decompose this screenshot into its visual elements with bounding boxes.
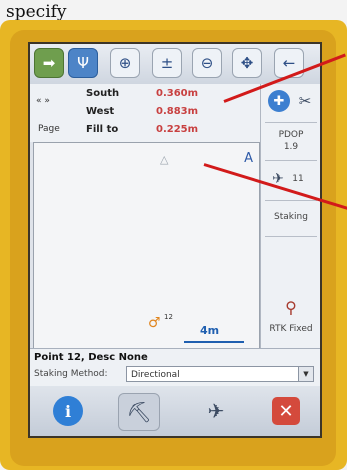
staking-method-value: Directional [131,370,180,380]
status-panel: ✚ ✂ PDOP 1.9 ✈ 11 Staking ⚲ RTK Fixed [260,84,320,348]
panel-divider [265,200,317,201]
point-info: Point 12, Desc None Staking Method: Dire… [30,348,320,387]
north-arrow-icon: A [244,151,253,166]
rover-position-icon: ♂ [148,315,161,331]
chevron-down-icon[interactable]: ▼ [298,367,313,381]
stakeout-button[interactable]: ⛏ [118,393,160,431]
staking-method-select[interactable]: Directional ▼ [126,366,314,382]
info-icon: i [53,396,83,426]
rtk-rover-icon[interactable]: ⚲ [280,296,302,318]
scale-bar [184,341,244,343]
panel-divider [265,122,317,123]
pan-icon[interactable]: ✥ [232,48,262,78]
stakeout-readouts: « » Page South 0.360m West 0.883m Fill t… [30,84,260,142]
satellite-icon: ✈ [207,399,225,423]
satellite-count: 11 [292,174,304,184]
scale-label: 4m [200,324,220,337]
satellite-settings-icon[interactable]: ✂ [294,90,316,112]
compass-icon[interactable]: ✚ [268,90,290,112]
zoom-out-icon[interactable]: ⊖ [192,48,222,78]
target-point-icon: △ [160,153,169,166]
satellite-button[interactable]: ✈ [196,393,236,429]
info-button[interactable]: i [48,393,88,429]
photo-frame: specify ➡ Ψ ⊕ ± ⊖ ✥ ← « » Page South 0.3… [0,0,347,470]
close-button[interactable]: ✕ [266,393,306,429]
point-description: Point 12, Desc None [34,352,148,363]
staking-method-label: Staking Method: [34,369,108,379]
fill-value: 0.225m [156,124,199,135]
page-label[interactable]: Page [38,124,60,134]
zoom-extents-icon[interactable]: ⊕ [110,48,140,78]
staking-mode[interactable]: Staking [261,212,320,222]
page-nav-arrows[interactable]: « » [36,96,50,106]
bottom-toolbar: i ⛏ ✈ ✕ [30,386,320,436]
panel-divider [265,236,317,237]
back-arrow-icon[interactable]: ➡ [34,48,64,78]
west-value: 0.883m [156,106,199,117]
fill-label: Fill to [86,124,119,135]
panel-divider [265,160,317,161]
pdop-label: PDOP [278,130,304,140]
zoom-in-icon[interactable]: ± [152,48,182,78]
device-screen: ➡ Ψ ⊕ ± ⊖ ✥ ← « » Page South 0.360m West… [28,42,322,438]
pdop-value: 1.9 [283,142,299,152]
rover-point-number: 12 [164,313,173,321]
close-icon: ✕ [272,397,300,425]
south-value: 0.360m [156,88,199,99]
west-label: West [86,106,115,117]
rtk-status: RTK Fixed [269,324,313,334]
stakeout-icon: ⛏ [126,400,152,424]
pole-icon[interactable]: Ψ [68,48,98,78]
south-label: South [86,88,120,99]
